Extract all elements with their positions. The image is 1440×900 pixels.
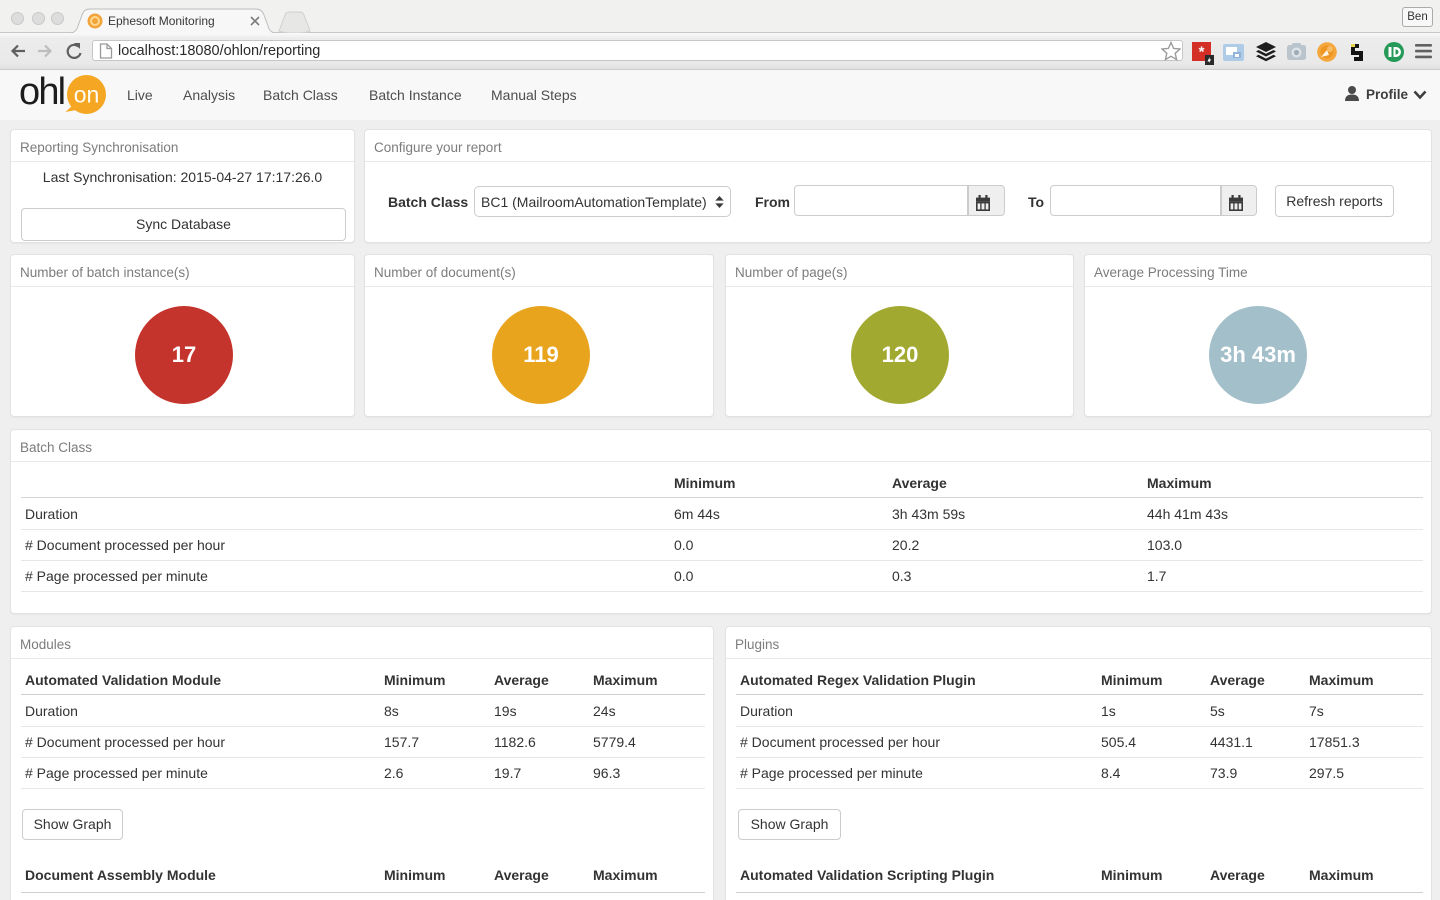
svg-text:on: on [74, 82, 100, 108]
svg-text:*: * [1199, 44, 1205, 61]
